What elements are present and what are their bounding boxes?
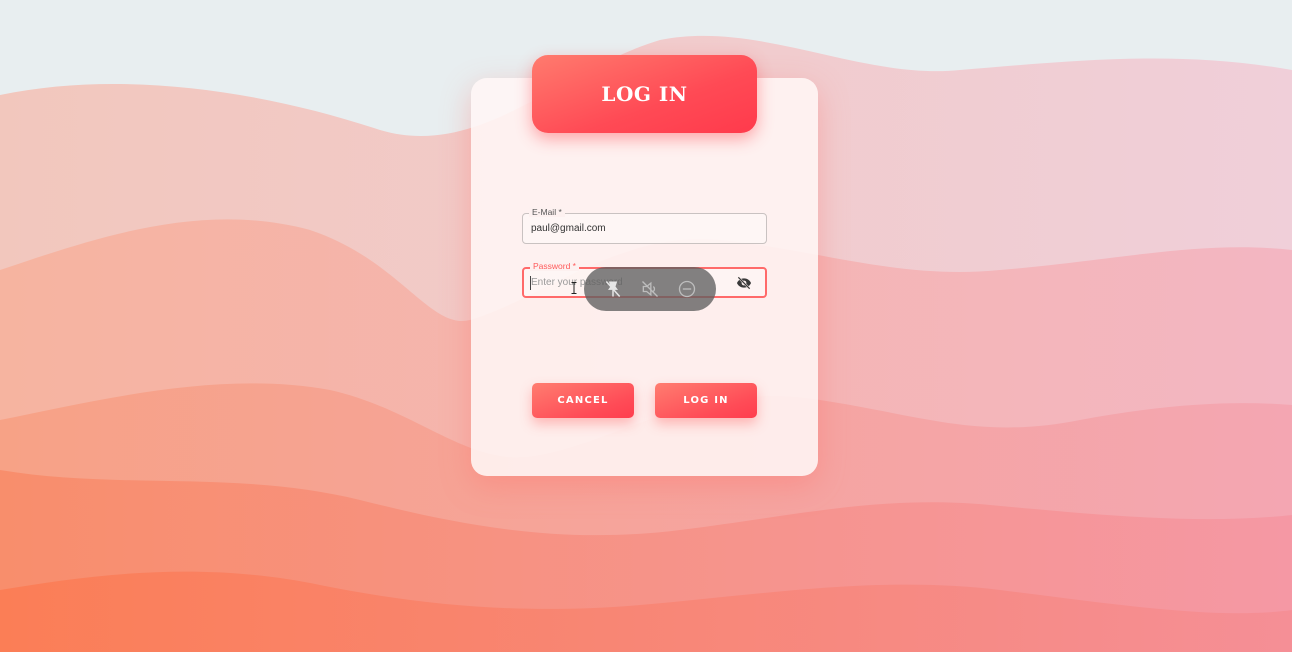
i-beam-cursor-icon: [571, 281, 577, 294]
eye-off-icon[interactable]: [735, 275, 753, 291]
cancel-button[interactable]: CANCEL: [532, 383, 634, 418]
pin-off-icon[interactable]: [600, 276, 626, 302]
login-button[interactable]: LOG IN: [655, 383, 757, 418]
email-field[interactable]: E-Mail *: [522, 207, 767, 244]
minus-circle-icon[interactable]: [674, 276, 700, 302]
page-title: LOG IN: [601, 82, 688, 106]
login-header: LOG IN: [532, 55, 757, 133]
email-input[interactable]: [531, 214, 731, 243]
volume-off-icon[interactable]: [637, 276, 663, 302]
media-overlay-toolbar: [584, 267, 716, 311]
